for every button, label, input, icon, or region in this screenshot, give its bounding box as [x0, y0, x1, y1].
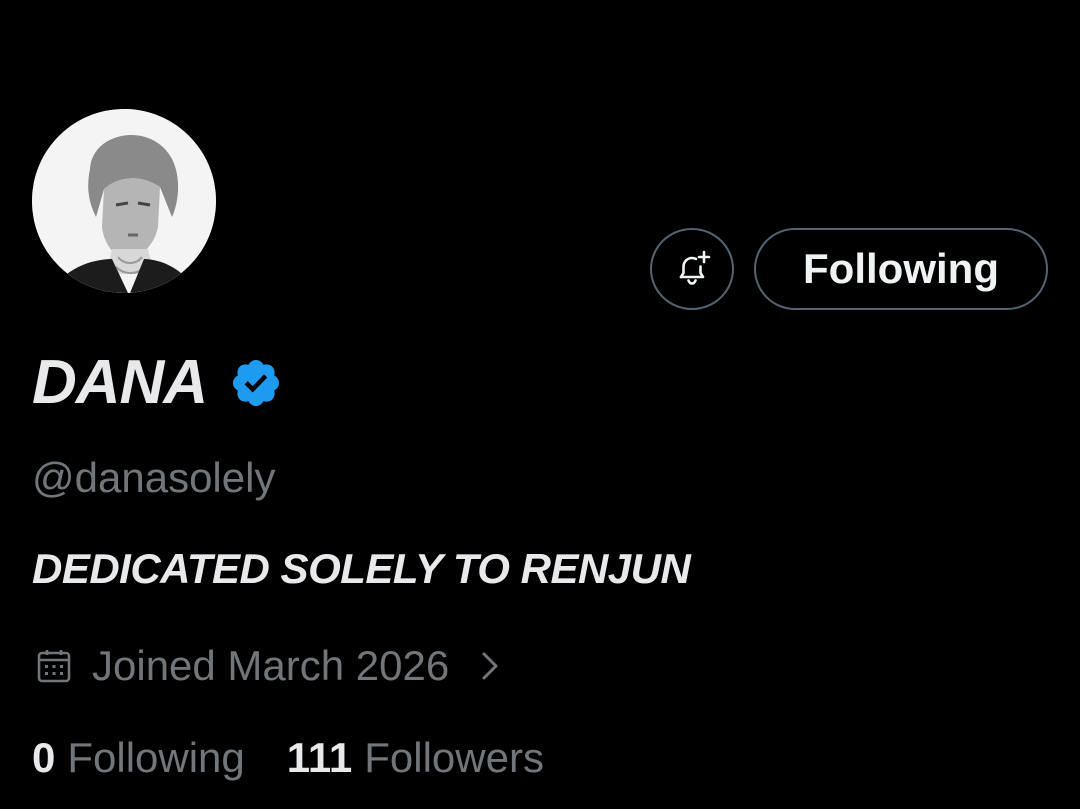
followers-stat[interactable]: 111 Followers: [287, 734, 544, 782]
display-name: DANA: [32, 348, 208, 417]
following-label: Following: [67, 734, 245, 781]
calendar-icon: [37, 650, 71, 683]
bell-plus-icon: [679, 250, 711, 285]
profile-stats: 0 Following 111 Followers: [32, 732, 544, 784]
followers-label: Followers: [364, 734, 544, 781]
notifications-button[interactable]: [650, 228, 734, 310]
followers-count: 111: [286, 734, 353, 781]
avatar-image: [32, 109, 216, 293]
profile-bio: DEDICATED SOLELY TO RENJUN: [32, 545, 691, 592]
chevron-right-icon: [482, 652, 498, 680]
avatar[interactable]: [32, 109, 216, 293]
following-count: 0: [32, 734, 56, 781]
name-row: DANA: [32, 348, 283, 418]
joined-date-text: Joined March 2026: [92, 642, 450, 689]
following-button[interactable]: Following: [754, 228, 1048, 310]
following-stat[interactable]: 0 Following: [32, 734, 245, 782]
profile-handle: @danasolely: [32, 454, 276, 501]
verified-badge-icon[interactable]: [229, 356, 283, 410]
joined-date-row[interactable]: Joined March 2026: [34, 640, 503, 692]
